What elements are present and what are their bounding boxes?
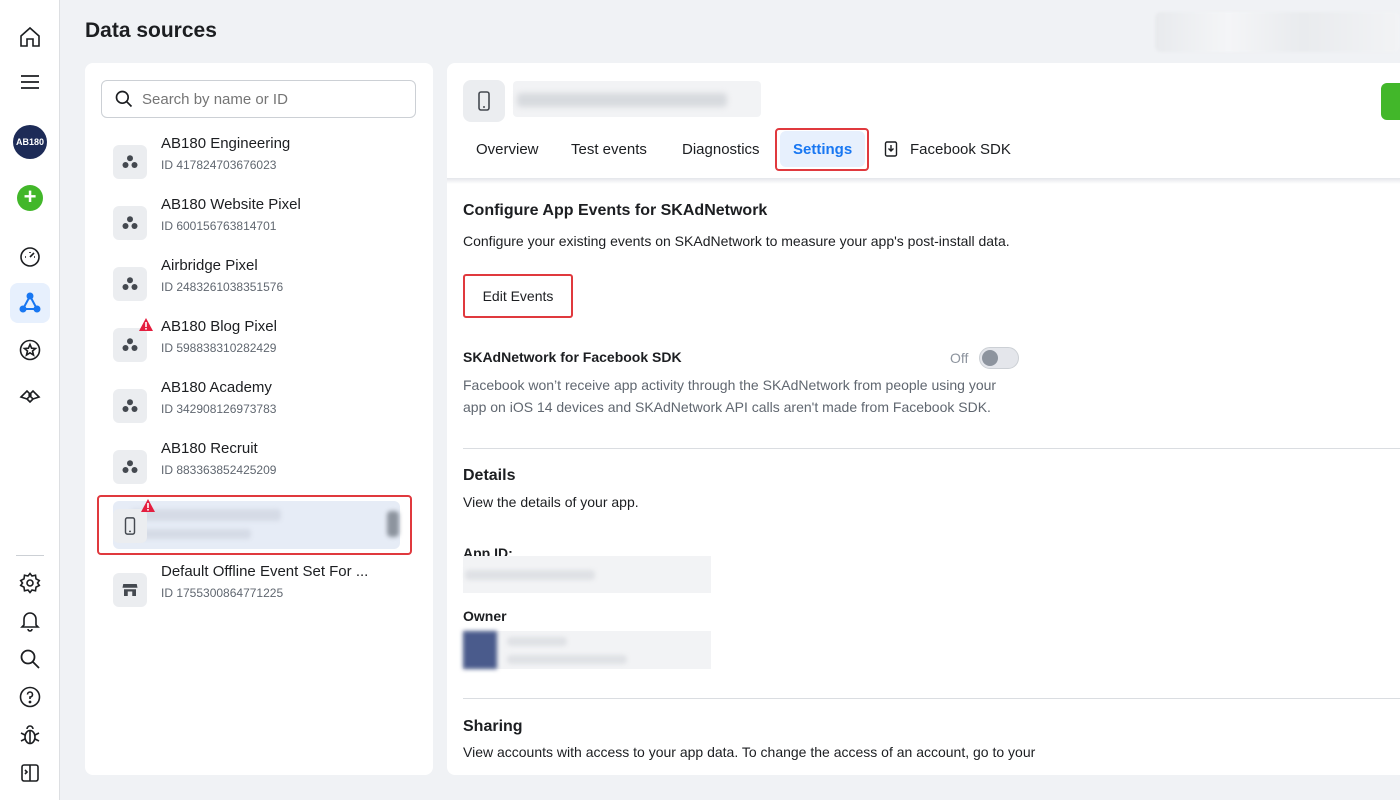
help-icon[interactable]	[10, 677, 50, 717]
pixel-icon	[113, 145, 147, 179]
tab-diagnostics[interactable]: Diagnostics	[669, 131, 773, 167]
redacted-id	[131, 529, 251, 539]
add-icon[interactable]: +	[17, 185, 43, 211]
sdk-text-line-2: app on iOS 14 devices and SKAdNetwork AP…	[463, 399, 991, 415]
panel-icon[interactable]	[10, 753, 50, 793]
pixel-icon	[113, 389, 147, 423]
store-icon	[113, 573, 147, 607]
search-icon	[115, 90, 133, 108]
toggle-knob	[982, 350, 998, 366]
selected-highlight	[113, 501, 400, 549]
account-avatar[interactable]: AB180	[13, 125, 47, 159]
mobile-icon	[113, 509, 147, 543]
sdk-text-line-1: Facebook won’t receive app activity thro…	[463, 377, 997, 393]
source-name: AB180 Academy	[161, 379, 272, 396]
settings-tab-highlight	[775, 128, 869, 171]
tab-overview[interactable]: Overview	[463, 131, 552, 167]
settings-icon[interactable]	[10, 563, 50, 603]
list-item[interactable]: AB180 Recruit ID 883363852425209	[101, 440, 416, 498]
owner-label: Owner	[463, 608, 507, 624]
source-name: AB180 Blog Pixel	[161, 318, 277, 335]
list-item[interactable]: AB180 Academy ID 342908126973783	[101, 379, 416, 437]
section-divider	[463, 448, 1400, 449]
source-id: ID 417824703676023	[161, 158, 277, 172]
selected-list-item[interactable]	[97, 495, 412, 555]
source-id: ID 342908126973783	[161, 402, 277, 416]
owner-redacted	[463, 631, 711, 669]
menu-icon[interactable]	[10, 62, 50, 102]
search-icon[interactable]	[10, 639, 50, 679]
account-selector[interactable]	[1155, 12, 1400, 52]
source-id: ID 598838310282429	[161, 341, 277, 355]
download-icon	[884, 141, 898, 157]
mobile-icon	[463, 80, 505, 122]
source-name: Default Offline Event Set For ...	[161, 563, 369, 580]
bug-icon[interactable]	[10, 715, 50, 755]
warning-icon	[141, 499, 155, 512]
search-box[interactable]	[101, 80, 416, 118]
list-item[interactable]: Default Offline Event Set For ... ID 175…	[101, 563, 416, 621]
warning-icon	[139, 318, 153, 331]
tab-divider	[447, 178, 1400, 184]
tab-test-events[interactable]: Test events	[558, 131, 660, 167]
source-id: ID 883363852425209	[161, 463, 277, 477]
toggle-state: Off	[950, 350, 969, 366]
sdk-title: SKAdNetwork for Facebook SDK	[463, 349, 682, 365]
source-id: ID 2483261038351576	[161, 280, 284, 294]
skad-description: Configure your existing events on SKAdNe…	[463, 233, 1010, 249]
redacted-mark	[387, 511, 399, 537]
skad-sdk-toggle[interactable]	[979, 347, 1019, 369]
primary-action-button[interactable]	[1381, 83, 1400, 120]
partners-icon[interactable]	[10, 377, 50, 417]
page-title: Data sources	[85, 19, 217, 42]
search-input[interactable]	[142, 90, 392, 108]
left-rail: AB180 +	[0, 0, 60, 800]
edit-events-label: Edit Events	[482, 288, 554, 304]
skad-title: Configure App Events for SKAdNetwork	[463, 202, 768, 219]
pixel-icon	[113, 267, 147, 301]
source-name: AB180 Engineering	[161, 135, 291, 152]
source-id: ID 600156763814701	[161, 219, 277, 233]
source-id: ID 1755300864771225	[161, 586, 284, 600]
home-icon[interactable]	[10, 17, 50, 57]
app-name-redacted	[513, 81, 761, 117]
details-title: Details	[463, 467, 516, 484]
dashboard-icon[interactable]	[10, 237, 50, 277]
pixel-icon	[113, 450, 147, 484]
section-divider	[463, 698, 1400, 699]
rail-divider	[16, 555, 44, 556]
tab-facebook-sdk[interactable]: Facebook SDK	[871, 131, 1024, 167]
details-description: View the details of your app.	[463, 494, 639, 510]
tab-facebook-sdk-label: Facebook SDK	[910, 140, 1011, 158]
pixel-icon	[113, 328, 147, 362]
list-item[interactable]: Airbridge Pixel ID 2483261038351576	[101, 257, 416, 315]
data-source-list: AB180 Engineering ID 417824703676023 AB1…	[85, 63, 433, 775]
data-sources-icon[interactable]	[10, 283, 50, 323]
pixel-icon	[113, 206, 147, 240]
list-item[interactable]: AB180 Blog Pixel ID 598838310282429	[101, 318, 416, 376]
app-id-redacted	[463, 556, 711, 593]
sharing-title: Sharing	[463, 718, 523, 735]
edit-events-button[interactable]: Edit Events	[463, 274, 573, 318]
source-name: AB180 Website Pixel	[161, 196, 301, 213]
list-item[interactable]: AB180 Engineering ID 417824703676023	[101, 135, 416, 193]
source-name: Airbridge Pixel	[161, 257, 258, 274]
app-detail-panel: Overview Test events Diagnostics Setting…	[447, 63, 1400, 775]
list-item[interactable]: AB180 Website Pixel ID 600156763814701	[101, 196, 416, 254]
source-name: AB180 Recruit	[161, 440, 258, 457]
bell-icon[interactable]	[10, 601, 50, 641]
star-icon[interactable]	[10, 330, 50, 370]
sharing-description: View accounts with access to your app da…	[463, 744, 1036, 760]
